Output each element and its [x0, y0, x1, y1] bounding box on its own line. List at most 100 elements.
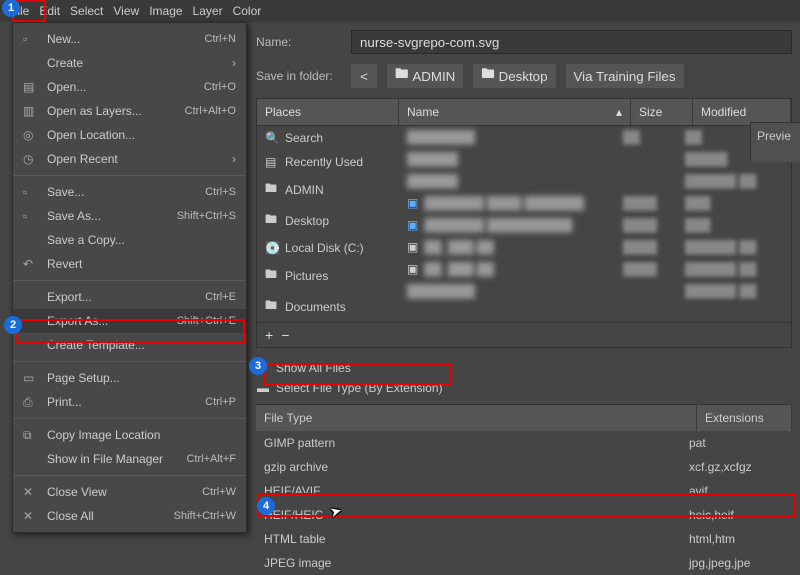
menu-item-export-as[interactable]: Export As... Shift+Ctrl+E [13, 309, 246, 333]
folder-icon: 🖿 [265, 179, 279, 200]
menu-label: Print... [47, 395, 205, 409]
menu-shortcut: Ctrl+Alt+O [185, 105, 236, 117]
places-item-local-disk[interactable]: 💽Local Disk (C:) [257, 236, 399, 260]
folder-icon: 🖿 [265, 296, 279, 317]
file-row[interactable]: ███████████ [399, 148, 791, 170]
menu-item-new[interactable]: ▫ New... Ctrl+N [13, 27, 246, 51]
ft-ext: heic,heif [689, 508, 784, 522]
opt-label: Show All Files [276, 361, 351, 375]
filename-input[interactable] [351, 30, 792, 54]
menu-label: Export... [47, 290, 205, 304]
file-type-row-jpeg[interactable]: JPEG imagejpg,jpeg,jpe [256, 551, 792, 575]
menu-item-open[interactable]: ▤ Open... Ctrl+O [13, 75, 246, 99]
copy-icon: ⧉ [23, 428, 39, 443]
revert-icon: ↶ [23, 257, 39, 271]
breadcrumb-admin[interactable]: 🖿ADMIN [387, 64, 463, 88]
menu-item-create-template[interactable]: Create Template... [13, 333, 246, 357]
menu-item-close-view[interactable]: ✕ Close View Ctrl+W [13, 480, 246, 504]
menu-shortcut: Ctrl+N [205, 33, 236, 45]
places-label: Pictures [285, 269, 328, 283]
menu-edit[interactable]: Edit [39, 4, 60, 18]
breadcrumb-desktop[interactable]: 🖿Desktop [473, 64, 555, 88]
menu-item-copy-image-location[interactable]: ⧉ Copy Image Location [13, 423, 246, 447]
col-places[interactable]: Places [257, 99, 399, 125]
places-item-documents[interactable]: 🖿Documents [257, 291, 399, 322]
recent-icon: ▤ [265, 155, 279, 169]
file-row[interactable]: ████████████ [399, 126, 791, 148]
select-file-type-toggle[interactable]: ▬ Select File Type (By Extension) [256, 378, 792, 398]
open-icon: ▤ [23, 80, 39, 94]
menu-item-show-in-file-manager[interactable]: Show in File Manager Ctrl+Alt+F [13, 447, 246, 471]
menu-item-save-as[interactable]: ▫ Save As... Shift+Ctrl+S [13, 204, 246, 228]
menu-item-close-all[interactable]: ✕ Close All Shift+Ctrl+W [13, 504, 246, 528]
menu-item-save-copy[interactable]: Save a Copy... [13, 228, 246, 252]
file-type-row[interactable]: gzip archivexcf.gz,xcfgz [256, 455, 792, 479]
col-file-type[interactable]: File Type [256, 405, 697, 431]
places-item-admin[interactable]: 🖿 ADMIN [257, 174, 399, 205]
save-in-label: Save in folder: [256, 69, 341, 83]
menu-item-page-setup[interactable]: ▭ Page Setup... [13, 366, 246, 390]
places-item-pictures[interactable]: 🖿Pictures [257, 260, 399, 291]
file-type-row[interactable]: HTML tablehtml,htm [256, 527, 792, 551]
breadcrumb-current[interactable]: Via Training Files [566, 64, 684, 88]
file-row[interactable]: ████████████ ██ [399, 170, 791, 192]
menu-label: Create Template... [47, 338, 236, 352]
preview-pane: Previe [750, 122, 800, 162]
menu-shortcut: Shift+Ctrl+S [177, 210, 236, 222]
show-all-files-toggle[interactable]: ▫ Show All Files [256, 358, 792, 378]
places-item-recent[interactable]: ▤Recently Used [257, 150, 399, 174]
callout-3: 3 [249, 357, 267, 375]
menu-layer[interactable]: Layer [193, 4, 223, 18]
file-row[interactable]: ██████████████ ██ [399, 280, 791, 302]
ft-ext: avif [689, 484, 784, 498]
menu-label: Open Recent [47, 152, 228, 166]
sort-asc-icon: ▴ [616, 105, 622, 119]
menu-item-open-recent[interactable]: ◷ Open Recent › [13, 147, 246, 171]
menu-item-print[interactable]: ⎙ Print... Ctrl+P [13, 390, 246, 414]
separator [13, 418, 246, 419]
menu-item-export[interactable]: Export... Ctrl+E [13, 285, 246, 309]
file-browser-header: Places Name ▴ Size Modified [257, 99, 791, 126]
col-size[interactable]: Size [631, 99, 693, 125]
collapse-icon: ▬ [256, 381, 270, 395]
col-name-label: Name [407, 105, 439, 119]
file-row[interactable]: ▣██_███.████████████ ██ [399, 258, 791, 280]
places-item-desktop[interactable]: 🖿Desktop [257, 205, 399, 236]
ft-ext: html,htm [689, 532, 784, 546]
file-row[interactable]: ▣███████ █████████████████ [399, 214, 791, 236]
menu-shortcut: Ctrl+E [205, 291, 236, 303]
remove-place-button[interactable]: − [281, 327, 289, 343]
menu-image[interactable]: Image [149, 4, 182, 18]
file-type-row[interactable]: GIMP patternpat [256, 431, 792, 455]
menu-item-save[interactable]: ▫ Save... Ctrl+S [13, 180, 246, 204]
menu-item-open-location[interactable]: ◎ Open Location... [13, 123, 246, 147]
places-list: 🔍Search ▤Recently Used 🖿 ADMIN 🖿Desktop 💽… [257, 126, 399, 322]
separator [13, 475, 246, 476]
menu-color[interactable]: Color [233, 4, 262, 18]
places-item-search[interactable]: 🔍Search [257, 126, 399, 150]
file-row[interactable]: ▣███████ ████ ██████████████ [399, 192, 791, 214]
file-type-row[interactable]: HEIF/AVIFavif [256, 479, 792, 503]
places-label: ADMIN [285, 183, 324, 197]
menu-item-create[interactable]: Create › [13, 51, 246, 75]
save-icon: ▫ [23, 185, 39, 199]
menu-item-open-layers[interactable]: ▥ Open as Layers... Ctrl+Alt+O [13, 99, 246, 123]
col-name[interactable]: Name ▴ [399, 99, 631, 125]
add-place-button[interactable]: + [265, 327, 273, 343]
file-row[interactable]: ▣██_███.████████████ ██ [399, 236, 791, 258]
menu-shortcut: Ctrl+W [202, 486, 236, 498]
close-all-icon: ✕ [23, 509, 39, 523]
menu-select[interactable]: Select [70, 4, 103, 18]
menu-label: Revert [47, 257, 236, 271]
menu-label: Show in File Manager [47, 452, 186, 466]
breadcrumb-back-button[interactable]: < [351, 64, 377, 88]
ft-ext: jpg,jpeg,jpe [689, 556, 784, 570]
chevron-right-icon: › [232, 152, 236, 166]
col-extensions[interactable]: Extensions [697, 405, 792, 431]
menu-item-revert[interactable]: ↶ Revert [13, 252, 246, 276]
menu-shortcut: Ctrl+O [204, 81, 236, 93]
breadcrumb-text: Desktop [499, 69, 548, 84]
menu-view[interactable]: View [113, 4, 139, 18]
layers-icon: ▥ [23, 104, 39, 118]
folder-icon: 🖿 [395, 65, 408, 87]
